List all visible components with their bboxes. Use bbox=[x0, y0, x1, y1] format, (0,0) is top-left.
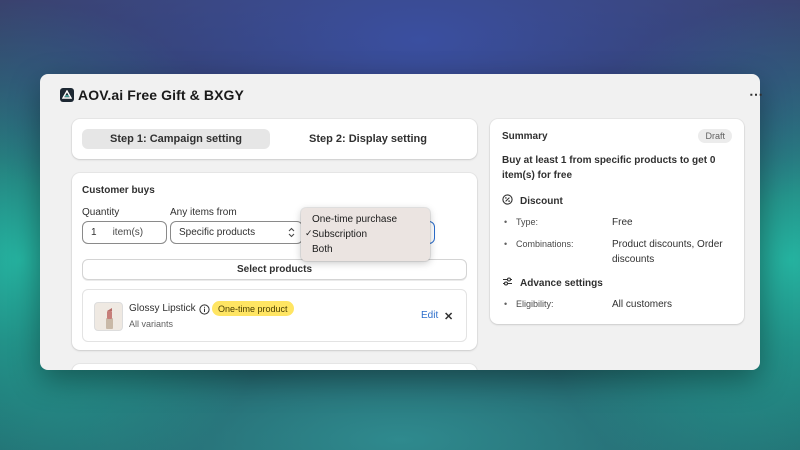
more-icon[interactable]: ⋯ bbox=[748, 86, 763, 103]
discount-heading: Discount bbox=[502, 194, 563, 208]
title-bar: AOV.ai Free Gift & BXGY bbox=[60, 87, 244, 103]
status-badge: Draft bbox=[698, 129, 732, 143]
option-subscription[interactable]: ✓ Subscription bbox=[301, 227, 430, 242]
next-section-card bbox=[72, 364, 477, 370]
quantity-unit: item(s) bbox=[112, 227, 144, 238]
purchase-type-dropdown: One-time purchase ✓ Subscription Both bbox=[301, 208, 430, 261]
one-time-product-badge: One-time product bbox=[212, 301, 294, 316]
customer-buys-card: Customer buys Quantity Any items from 1 … bbox=[72, 173, 477, 350]
option-both[interactable]: Both bbox=[301, 242, 430, 257]
quantity-label: Quantity bbox=[82, 207, 120, 218]
sliders-icon bbox=[502, 276, 513, 290]
select-products-button[interactable]: Select products bbox=[82, 259, 467, 280]
summary-card: Summary Draft Buy at least 1 from specif… bbox=[490, 119, 744, 324]
items-from-value: Specific products bbox=[179, 227, 256, 238]
chevron-updown-icon bbox=[287, 226, 296, 242]
summary-row-combinations: Combinations: Product discounts, Order d… bbox=[504, 239, 732, 267]
app-logo-icon bbox=[60, 88, 74, 102]
summary-value: All customers bbox=[612, 299, 673, 310]
summary-title: Summary bbox=[502, 131, 548, 142]
advance-settings-heading: Advance settings bbox=[502, 276, 603, 290]
app-title: AOV.ai Free Gift & BXGY bbox=[78, 87, 244, 103]
check-icon: ✓ bbox=[305, 228, 313, 238]
discount-icon bbox=[502, 194, 513, 208]
tab-campaign-setting[interactable]: Step 1: Campaign setting bbox=[82, 129, 270, 149]
items-from-label: Any items from bbox=[170, 207, 237, 218]
edit-product-link[interactable]: Edit bbox=[421, 310, 438, 321]
summary-value: Product discounts, Order discounts bbox=[612, 239, 723, 265]
info-icon[interactable] bbox=[199, 302, 210, 320]
summary-key: Eligibility: bbox=[504, 299, 612, 312]
quantity-value: 1 bbox=[91, 227, 97, 238]
summary-row-eligibility: Eligibility: All customers bbox=[504, 299, 732, 312]
product-name: Glossy Lipstick bbox=[129, 303, 196, 314]
product-variants: All variants bbox=[129, 319, 174, 329]
customer-buys-title: Customer buys bbox=[82, 185, 155, 196]
product-row: Glossy Lipstick One-time product All var… bbox=[82, 289, 467, 342]
summary-key: Type: bbox=[504, 217, 612, 230]
quantity-input[interactable]: 1 item(s) bbox=[82, 221, 167, 244]
summary-row-type: Type: Free bbox=[504, 217, 732, 230]
product-thumbnail bbox=[94, 302, 123, 331]
option-one-time-purchase[interactable]: One-time purchase bbox=[301, 212, 430, 227]
summary-key: Combinations: bbox=[504, 239, 612, 267]
summary-description: Buy at least 1 from specific products to… bbox=[502, 155, 716, 181]
step-tabs: Step 1: Campaign setting Step 2: Display… bbox=[72, 119, 477, 159]
close-icon[interactable]: ✕ bbox=[444, 310, 453, 323]
summary-value: Free bbox=[612, 217, 633, 228]
tab-display-setting[interactable]: Step 2: Display setting bbox=[270, 129, 466, 149]
items-from-select[interactable]: Specific products bbox=[170, 221, 303, 244]
